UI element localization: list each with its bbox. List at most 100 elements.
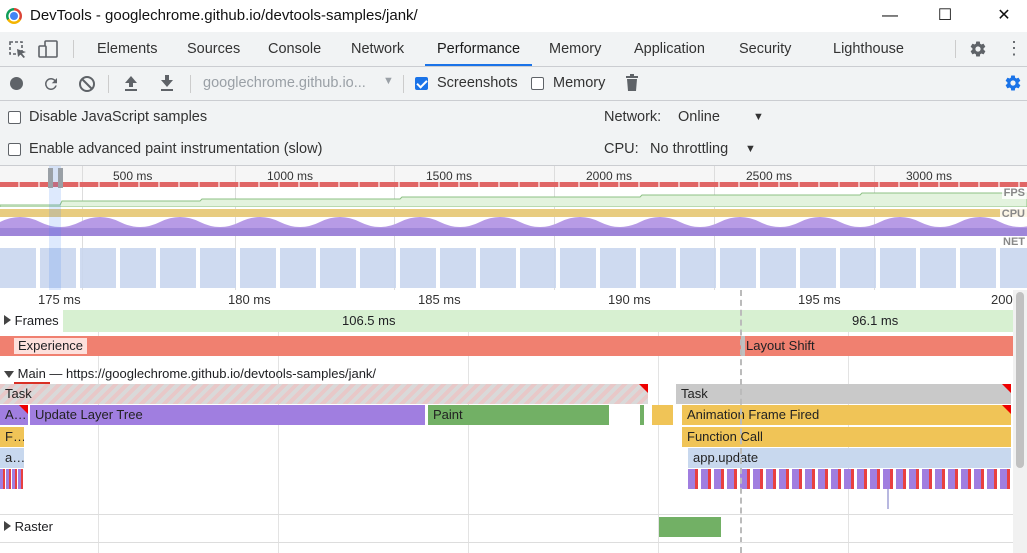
chevron-down-icon: ▼ bbox=[383, 75, 394, 87]
toolbar-divider bbox=[403, 75, 404, 93]
main-thread-url: — https://googlechrome.github.io/devtool… bbox=[45, 366, 377, 381]
layout-shift-event[interactable]: Layout Shift bbox=[746, 338, 815, 353]
device-toolbar-icon[interactable] bbox=[38, 39, 60, 59]
flame-tick-label: 200 bbox=[991, 292, 1013, 307]
flame-scrollbar-thumb[interactable] bbox=[1016, 292, 1024, 468]
close-window-button[interactable]: ✕ bbox=[981, 0, 1027, 32]
chevron-down-icon: ▼ bbox=[745, 143, 756, 155]
toolbar-divider bbox=[108, 75, 109, 93]
disable-js-samples-checkbox[interactable] bbox=[8, 111, 21, 124]
flame-tick-label: 175 ms bbox=[38, 292, 81, 307]
expand-arrow-icon bbox=[4, 521, 11, 531]
cpu-throttle-select[interactable]: No throttling bbox=[650, 141, 728, 157]
settings-gear-icon[interactable] bbox=[969, 40, 987, 58]
app-update-bar[interactable]: a… bbox=[0, 448, 24, 468]
collapse-arrow-icon bbox=[4, 371, 14, 378]
flame-tick-label: 180 ms bbox=[228, 292, 271, 307]
raster-track-header[interactable]: Raster bbox=[4, 519, 53, 534]
tab-sources[interactable]: Sources bbox=[187, 32, 240, 66]
profile-select[interactable]: googlechrome.github.io... bbox=[203, 75, 366, 91]
toolbar-divider bbox=[73, 40, 74, 58]
flame-tick-label: 185 ms bbox=[418, 292, 461, 307]
chevron-down-icon: ▼ bbox=[753, 111, 764, 123]
call-sliver-group[interactable] bbox=[688, 469, 1011, 489]
selection-left-handle[interactable] bbox=[48, 168, 53, 188]
more-options-icon[interactable]: ⋮ bbox=[1005, 39, 1023, 57]
app-update-bar[interactable]: app.update bbox=[688, 448, 1011, 468]
raster-track-label: Raster bbox=[14, 519, 53, 534]
network-throttle-select[interactable]: Online bbox=[678, 109, 720, 125]
experience-track-label[interactable]: Experience bbox=[14, 338, 88, 354]
network-throttle-label: Network: bbox=[604, 109, 662, 125]
capture-settings-gear-icon[interactable] bbox=[1004, 74, 1022, 92]
memory-label: Memory bbox=[553, 75, 606, 91]
clear-icon[interactable] bbox=[78, 75, 96, 93]
tab-elements[interactable]: Elements bbox=[97, 32, 157, 66]
frame-duration-label: 106.5 ms bbox=[342, 313, 396, 328]
call-sliver-group[interactable] bbox=[0, 469, 24, 489]
update-layer-tree-bar[interactable]: Update Layer Tree bbox=[30, 405, 425, 425]
call-sliver[interactable] bbox=[887, 489, 889, 509]
minimize-button[interactable]: — bbox=[867, 0, 913, 32]
memory-checkbox[interactable] bbox=[531, 77, 544, 90]
overview-tick-label: 1500 ms bbox=[426, 169, 473, 183]
overview-tick-label: 500 ms bbox=[113, 169, 153, 183]
task-label: Task bbox=[5, 386, 32, 401]
event-label: Animation Frame Fired bbox=[687, 407, 820, 422]
window-title: DevTools - googlechrome.github.io/devtoo… bbox=[30, 7, 418, 24]
expand-arrow-icon bbox=[4, 315, 11, 325]
upload-profile-icon[interactable] bbox=[122, 74, 140, 92]
performance-toolbar: googlechrome.github.io... ▼ Screenshots … bbox=[0, 67, 1027, 101]
animation-frame-fired-bar[interactable]: Animation Frame Fired bbox=[682, 405, 1011, 425]
task-label: Task bbox=[681, 386, 708, 401]
cpu-throttle-label: CPU: bbox=[604, 141, 639, 157]
trash-icon[interactable] bbox=[625, 74, 639, 92]
download-profile-icon[interactable] bbox=[158, 74, 176, 92]
raster-bar[interactable] bbox=[659, 517, 721, 537]
cpu-track-label: CPU bbox=[999, 208, 1027, 220]
advanced-paint-label: Enable advanced paint instrumentation (s… bbox=[29, 141, 323, 157]
tab-lighthouse[interactable]: Lighthouse bbox=[833, 32, 904, 66]
tab-performance[interactable]: Performance bbox=[425, 32, 533, 66]
task-bar[interactable]: Task bbox=[676, 384, 1011, 404]
flame-chart[interactable]: 175 ms 180 ms 185 ms 190 ms 195 ms 200 F… bbox=[0, 290, 1013, 553]
tab-application[interactable]: Application bbox=[634, 32, 705, 66]
flame-tick-label: 190 ms bbox=[608, 292, 651, 307]
overview-tick-label: 2000 ms bbox=[586, 169, 633, 183]
function-call-bar[interactable]: F… bbox=[0, 427, 24, 447]
long-task-marker bbox=[1002, 384, 1011, 393]
overview-tick-label: 2500 ms bbox=[746, 169, 793, 183]
record-icon[interactable] bbox=[10, 77, 23, 90]
function-call-bar[interactable]: Function Call bbox=[682, 427, 1011, 447]
devtools-tabbar: Elements Sources Console Network Perform… bbox=[0, 32, 1027, 67]
scripting-sliver[interactable] bbox=[652, 405, 673, 425]
long-task-marker bbox=[639, 384, 648, 393]
tab-security[interactable]: Security bbox=[739, 32, 791, 66]
frames-track-header[interactable]: Frames bbox=[0, 310, 63, 332]
screenshot-filmstrip bbox=[0, 248, 1027, 288]
advanced-paint-checkbox[interactable] bbox=[8, 143, 21, 156]
screenshots-label: Screenshots bbox=[437, 75, 518, 91]
frames-track-label: Frames bbox=[14, 313, 59, 328]
cpu-chart bbox=[0, 209, 1027, 236]
tab-console[interactable]: Console bbox=[268, 32, 321, 66]
disable-js-samples-label: Disable JavaScript samples bbox=[29, 109, 208, 125]
warning-marker bbox=[19, 405, 28, 414]
paint-bar[interactable]: Paint bbox=[428, 405, 609, 425]
overview-tick-label: 3000 ms bbox=[906, 169, 953, 183]
warning-marker bbox=[1002, 405, 1011, 414]
animation-event-bar[interactable]: A… bbox=[0, 405, 28, 425]
timeline-overview[interactable]: 500 ms 1000 ms 1500 ms 2000 ms 2500 ms 3… bbox=[0, 166, 1027, 291]
maximize-button[interactable]: ☐ bbox=[922, 0, 968, 32]
selection-right-handle[interactable] bbox=[58, 168, 63, 188]
screenshots-checkbox[interactable] bbox=[415, 77, 428, 90]
net-track-label: NET bbox=[1001, 236, 1027, 248]
reload-record-icon[interactable] bbox=[42, 75, 60, 93]
tab-memory[interactable]: Memory bbox=[549, 32, 601, 66]
inspect-element-icon[interactable] bbox=[8, 40, 28, 60]
task-bar[interactable]: Task bbox=[0, 384, 648, 404]
overview-tick-label: 1000 ms bbox=[267, 169, 314, 183]
paint-sliver[interactable] bbox=[640, 405, 644, 425]
tab-network[interactable]: Network bbox=[351, 32, 404, 66]
main-thread-header[interactable]: Main — https://googlechrome.github.io/de… bbox=[4, 366, 376, 381]
